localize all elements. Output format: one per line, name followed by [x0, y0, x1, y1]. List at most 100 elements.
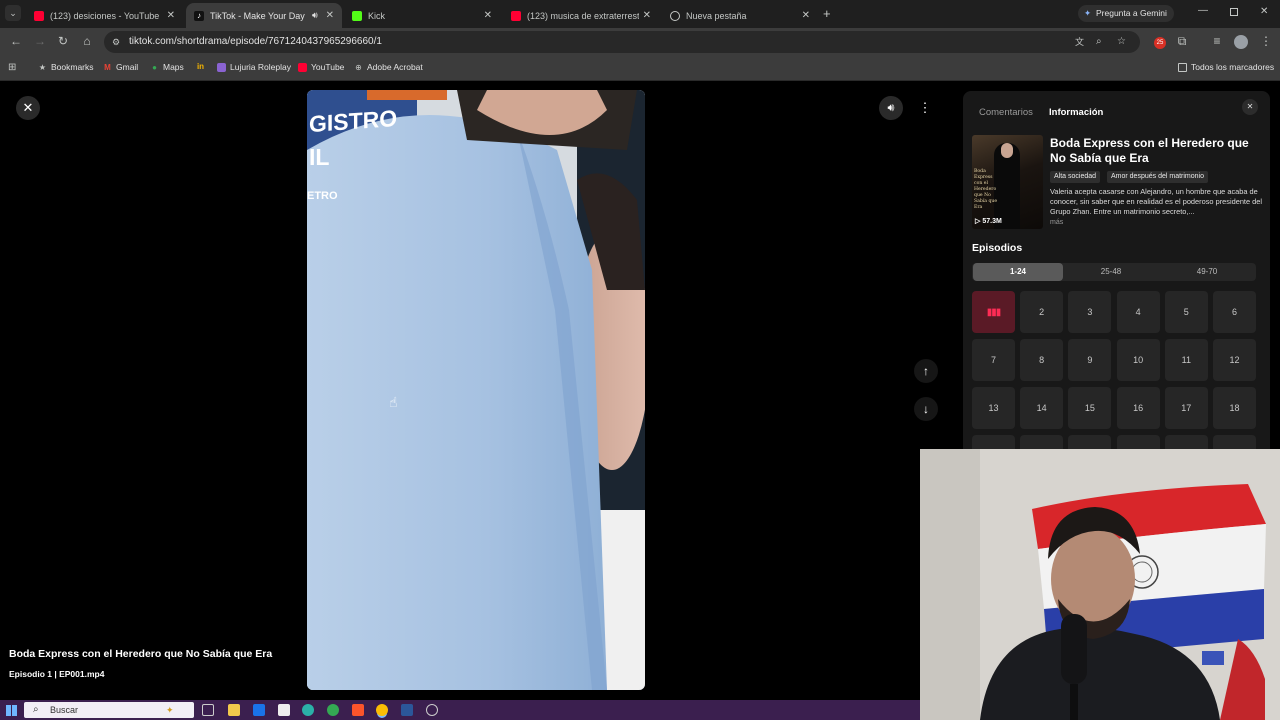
episode-button[interactable]: 14 [1020, 387, 1064, 429]
settings-gear-icon[interactable] [426, 704, 438, 716]
reload-icon[interactable]: ↻ [56, 34, 70, 48]
all-bookmarks-folder[interactable]: Todos los marcadores [1178, 62, 1274, 72]
episode-button[interactable]: 2 [1020, 291, 1064, 333]
tab-kick[interactable]: Kick ✕ [344, 3, 500, 28]
close-window-icon[interactable]: ✕ [1260, 6, 1268, 17]
menu-kebab-icon[interactable]: ⋮ [1259, 34, 1273, 48]
sign-text: ETRO [307, 190, 338, 202]
site-info-icon[interactable]: ⚙ [112, 31, 120, 53]
reading-list-icon[interactable]: ≡ [1210, 34, 1224, 48]
tab-youtube-desiciones[interactable]: (123) desiciones - YouTube ✕ [26, 3, 183, 28]
tag-chip[interactable]: Alta sociedad [1050, 171, 1101, 183]
episode-button[interactable]: 8 [1020, 339, 1064, 381]
bookmark-lujuria-roleplay[interactable]: Lujuria Roleplay [217, 62, 291, 72]
youtube-icon [34, 10, 44, 21]
bookmark-in[interactable]: in [196, 62, 209, 71]
episode-button[interactable]: 6 [1213, 291, 1256, 333]
episode-button[interactable]: 16 [1116, 387, 1160, 429]
tab-new-tab[interactable]: Nueva pestaña ✕ [662, 3, 818, 28]
chrome-alt-icon[interactable] [327, 704, 339, 716]
copilot-sparkle-icon: ✦ [166, 705, 174, 715]
word-icon[interactable] [401, 704, 413, 716]
next-episode-arrow-icon[interactable]: ↓ [914, 397, 938, 421]
range-tab-25-48[interactable]: 25-48 [1066, 263, 1156, 281]
search-placeholder: Buscar [50, 705, 79, 715]
tab-search-icon[interactable]: ⌄ [5, 5, 21, 21]
extension-icon[interactable]: 25 [1154, 37, 1166, 49]
episode-button[interactable]: 10 [1116, 339, 1160, 381]
extensions-puzzle-icon[interactable]: ⧉ [1175, 34, 1189, 48]
speaker-icon[interactable]: 🔊︎ [312, 10, 318, 21]
episode-button[interactable]: 9 [1068, 339, 1112, 381]
tab-informacion[interactable]: Información [1049, 107, 1103, 118]
restore-icon[interactable] [1230, 8, 1238, 16]
close-tab-icon[interactable]: ✕ [326, 10, 334, 21]
chrome-icon[interactable] [376, 704, 388, 716]
minimize-icon[interactable]: — [1198, 5, 1208, 16]
drama-poster[interactable]: Boda Express con el Heredero que No Sabí… [972, 135, 1043, 229]
video-player[interactable]: GISTRO IL ETRO ☝︎ [307, 90, 645, 690]
new-tab-button[interactable]: + [823, 6, 831, 21]
episode-button[interactable]: 13 [972, 387, 1015, 429]
file-icon[interactable] [278, 704, 290, 716]
poster-title: Boda Express con el Heredero que No Sabí… [974, 169, 998, 210]
profile-avatar[interactable] [1234, 35, 1248, 49]
apps-grid-icon[interactable]: ⊞ [8, 62, 16, 73]
translate-icon[interactable]: 文 [1075, 31, 1084, 53]
previous-episode-arrow-icon[interactable]: ↑ [914, 359, 938, 383]
episode-button[interactable]: 3 [1068, 291, 1112, 333]
zoom-icon[interactable]: ⌕ [1096, 31, 1102, 53]
task-view-icon[interactable] [202, 704, 214, 716]
close-tab-icon[interactable]: ✕ [167, 10, 175, 21]
volume-icon[interactable]: 🔊︎ [879, 96, 903, 120]
gemini-button[interactable]: ✦ Pregunta a Gemini [1078, 5, 1174, 22]
outlook-icon[interactable] [253, 704, 265, 716]
search-icon: ⌕ [33, 704, 39, 715]
video-frame [307, 90, 645, 690]
tag-chip[interactable]: Amor después del matrimonio [1107, 171, 1208, 183]
views-count: ▷ 57.3M [975, 217, 1002, 225]
taskbar-search[interactable]: ⌕ Buscar ✦ [24, 702, 194, 718]
edge-icon[interactable] [302, 704, 314, 716]
episode-button[interactable]: 18 [1213, 387, 1256, 429]
bookmark-maps[interactable]: ● Maps [150, 62, 184, 72]
drama-description: Valeria acepta casarse con Alejandro, un… [1050, 187, 1263, 216]
close-panel-icon[interactable]: ✕ [1242, 99, 1258, 115]
tab-tiktok[interactable]: ♪ TikTok - Make Your Day 🔊︎ ✕ [186, 3, 342, 28]
episode-button[interactable]: 17 [1164, 387, 1208, 429]
episode-button-current[interactable]: ▮▮▮ [972, 291, 1015, 333]
file-explorer-icon[interactable] [228, 704, 240, 716]
bookmark-adobe-acrobat[interactable]: ⊕ Adobe Acrobat [354, 62, 423, 72]
episode-button[interactable]: 11 [1164, 339, 1208, 381]
episode-button[interactable]: 4 [1116, 291, 1160, 333]
windows-start-icon[interactable] [6, 705, 17, 716]
poster-face [1001, 143, 1013, 158]
episode-label: Episodio 1 | EP001.mp4 [9, 669, 105, 679]
tab-comentarios[interactable]: Comentarios [979, 107, 1033, 118]
brave-icon[interactable] [352, 704, 364, 716]
star-icon: ★ [38, 62, 47, 72]
close-tab-icon[interactable]: ✕ [484, 10, 492, 21]
close-tab-icon[interactable]: ✕ [802, 10, 810, 21]
episode-button[interactable]: 15 [1068, 387, 1112, 429]
back-icon[interactable]: ← [9, 34, 23, 48]
close-tab-icon[interactable]: ✕ [643, 10, 651, 21]
episode-button[interactable]: 12 [1213, 339, 1256, 381]
tab-youtube-musica[interactable]: (123) musica de extraterrestre ✕ [503, 3, 659, 28]
address-bar[interactable]: ⚙ tiktok.com/shortdrama/episode/76712404… [104, 31, 1140, 53]
more-link[interactable]: más [1050, 219, 1063, 226]
bookmark-bookmarks[interactable]: ★ Bookmarks [38, 62, 94, 72]
more-options-icon[interactable]: ⋮ [913, 96, 937, 120]
bookmark-youtube[interactable]: YouTube [298, 62, 344, 72]
bookmark-gmail[interactable]: M Gmail [103, 62, 138, 72]
tiktok-icon: ♪ [194, 10, 204, 21]
close-player-button[interactable]: ✕ [16, 96, 40, 120]
range-tab-1-24[interactable]: 1-24 [973, 263, 1063, 281]
home-icon[interactable]: ⌂ [80, 34, 94, 48]
forward-icon[interactable]: → [33, 34, 47, 48]
episode-button[interactable]: 5 [1164, 291, 1208, 333]
episode-button[interactable]: 7 [972, 339, 1015, 381]
range-tab-49-70[interactable]: 49-70 [1162, 263, 1252, 281]
tab-title: Kick [368, 10, 386, 21]
bookmark-star-icon[interactable]: ☆ [1117, 31, 1126, 53]
